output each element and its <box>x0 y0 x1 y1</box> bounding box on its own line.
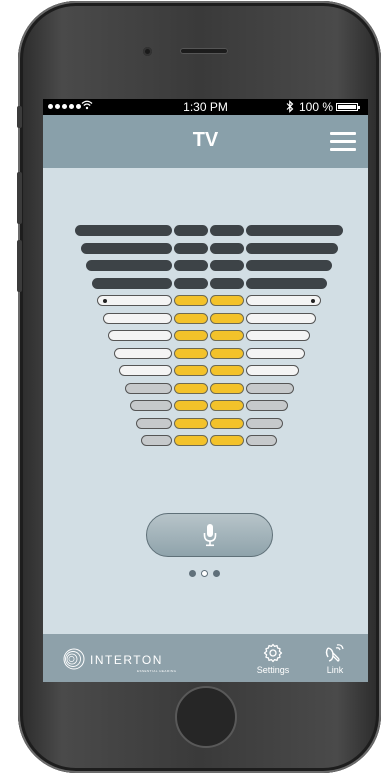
settings-button[interactable]: Settings <box>251 643 295 675</box>
hamburger-menu-icon[interactable] <box>330 132 356 152</box>
page-dot[interactable] <box>213 570 220 577</box>
volume-down-hardware-button <box>17 240 22 292</box>
volume-bar-left-outer[interactable] <box>86 260 172 271</box>
volume-bar-left-outer[interactable] <box>141 435 172 446</box>
page-title: TV <box>192 129 219 151</box>
volume-bar-left-inner[interactable] <box>174 435 208 446</box>
volume-bar-right-outer[interactable] <box>246 417 283 429</box>
earpiece-speaker <box>180 48 228 54</box>
volume-bar-left-inner[interactable] <box>174 382 208 394</box>
link-label: Link <box>326 665 344 675</box>
volume-bar-left-outer[interactable] <box>119 365 172 376</box>
status-bar: 1:30 PM 100 % <box>43 99 368 115</box>
volume-bar-left-inner[interactable] <box>174 347 208 359</box>
app-screen: 1:30 PM 100 % TV INTERTON ESSENTIAL HEAR… <box>43 99 368 682</box>
footer-bar: INTERTON ESSENTIAL HEARING Settings Link <box>43 634 368 682</box>
microphone-icon <box>203 524 217 547</box>
volume-bar-left-inner[interactable] <box>174 260 208 271</box>
bluetooth-icon <box>286 100 294 113</box>
volume-bar-right-outer[interactable] <box>246 295 321 306</box>
volume-bar-left-inner[interactable] <box>174 277 208 289</box>
volume-bar-left-inner[interactable] <box>174 365 208 376</box>
volume-bar-left-inner[interactable] <box>174 417 208 429</box>
volume-bar-left-outer[interactable] <box>108 330 172 341</box>
volume-bar-left-outer[interactable] <box>135 417 172 429</box>
brand-name: INTERTON <box>90 653 163 667</box>
home-button[interactable] <box>175 686 237 748</box>
volume-bar-right-inner[interactable] <box>210 365 244 376</box>
page-indicator <box>189 570 220 577</box>
volume-bar-left-outer[interactable] <box>75 225 172 236</box>
volume-bar-right-outer[interactable] <box>246 225 343 236</box>
volume-bar-right-inner[interactable] <box>210 347 244 359</box>
volume-bar-left-outer[interactable] <box>130 400 172 411</box>
volume-bar-left-outer[interactable] <box>124 382 172 394</box>
volume-bar-right-outer[interactable] <box>246 330 310 341</box>
volume-bar-left-inner[interactable] <box>174 242 208 254</box>
mute-switch <box>17 106 22 128</box>
volume-bar-right-inner[interactable] <box>210 400 244 411</box>
volume-bar-right-inner[interactable] <box>210 295 244 306</box>
volume-bar-right-outer[interactable] <box>246 277 327 289</box>
battery-percent: 100 % <box>299 100 334 114</box>
volume-bar-right-inner[interactable] <box>210 225 244 236</box>
volume-bar-right-outer[interactable] <box>246 400 288 411</box>
volume-bar-right-inner[interactable] <box>210 435 244 446</box>
volume-bar-left-inner[interactable] <box>174 312 208 324</box>
volume-bar-right-inner[interactable] <box>210 382 244 394</box>
volume-bar-left-inner[interactable] <box>174 295 208 306</box>
volume-bar-left-inner[interactable] <box>174 400 208 411</box>
volume-bar-right-outer[interactable] <box>246 242 338 254</box>
volume-bar-left-outer[interactable] <box>102 312 172 324</box>
settings-label: Settings <box>256 665 290 675</box>
volume-bar-right-inner[interactable] <box>210 330 244 341</box>
link-signal-icon <box>325 644 344 662</box>
volume-bar-left-outer[interactable] <box>80 242 172 254</box>
volume-bar-left-outer[interactable] <box>91 277 172 289</box>
volume-bar-right-inner[interactable] <box>210 242 244 254</box>
front-camera <box>143 47 152 56</box>
volume-up-hardware-button <box>17 172 22 224</box>
volume-bar-right-outer[interactable] <box>246 435 277 446</box>
volume-bar-right-inner[interactable] <box>210 417 244 429</box>
volume-bar-right-inner[interactable] <box>210 260 244 271</box>
level-marker <box>103 299 107 303</box>
volume-bar-right-inner[interactable] <box>210 312 244 324</box>
volume-bar-right-outer[interactable] <box>246 347 305 359</box>
volume-bar-right-inner[interactable] <box>210 277 244 289</box>
microphone-button[interactable] <box>146 513 273 557</box>
brand-tagline: ESSENTIAL HEARING <box>137 669 177 673</box>
volume-bar-left-inner[interactable] <box>174 330 208 341</box>
battery-icon <box>336 103 360 111</box>
page-dot[interactable] <box>189 570 196 577</box>
volume-bar-left-inner[interactable] <box>174 225 208 236</box>
gear-icon <box>263 643 283 663</box>
volume-bar-left-outer[interactable] <box>97 295 172 306</box>
volume-bar-right-outer[interactable] <box>246 365 299 376</box>
link-button[interactable]: Link <box>316 643 354 675</box>
volume-bar-right-outer[interactable] <box>246 382 294 394</box>
interton-swirl-icon <box>63 648 85 670</box>
volume-bar-right-outer[interactable] <box>246 312 316 324</box>
page-dot[interactable] <box>201 570 208 577</box>
header-bar: TV <box>43 115 368 168</box>
volume-bar-right-outer[interactable] <box>246 260 332 271</box>
volume-bar-left-outer[interactable] <box>113 347 172 359</box>
level-marker <box>311 299 315 303</box>
